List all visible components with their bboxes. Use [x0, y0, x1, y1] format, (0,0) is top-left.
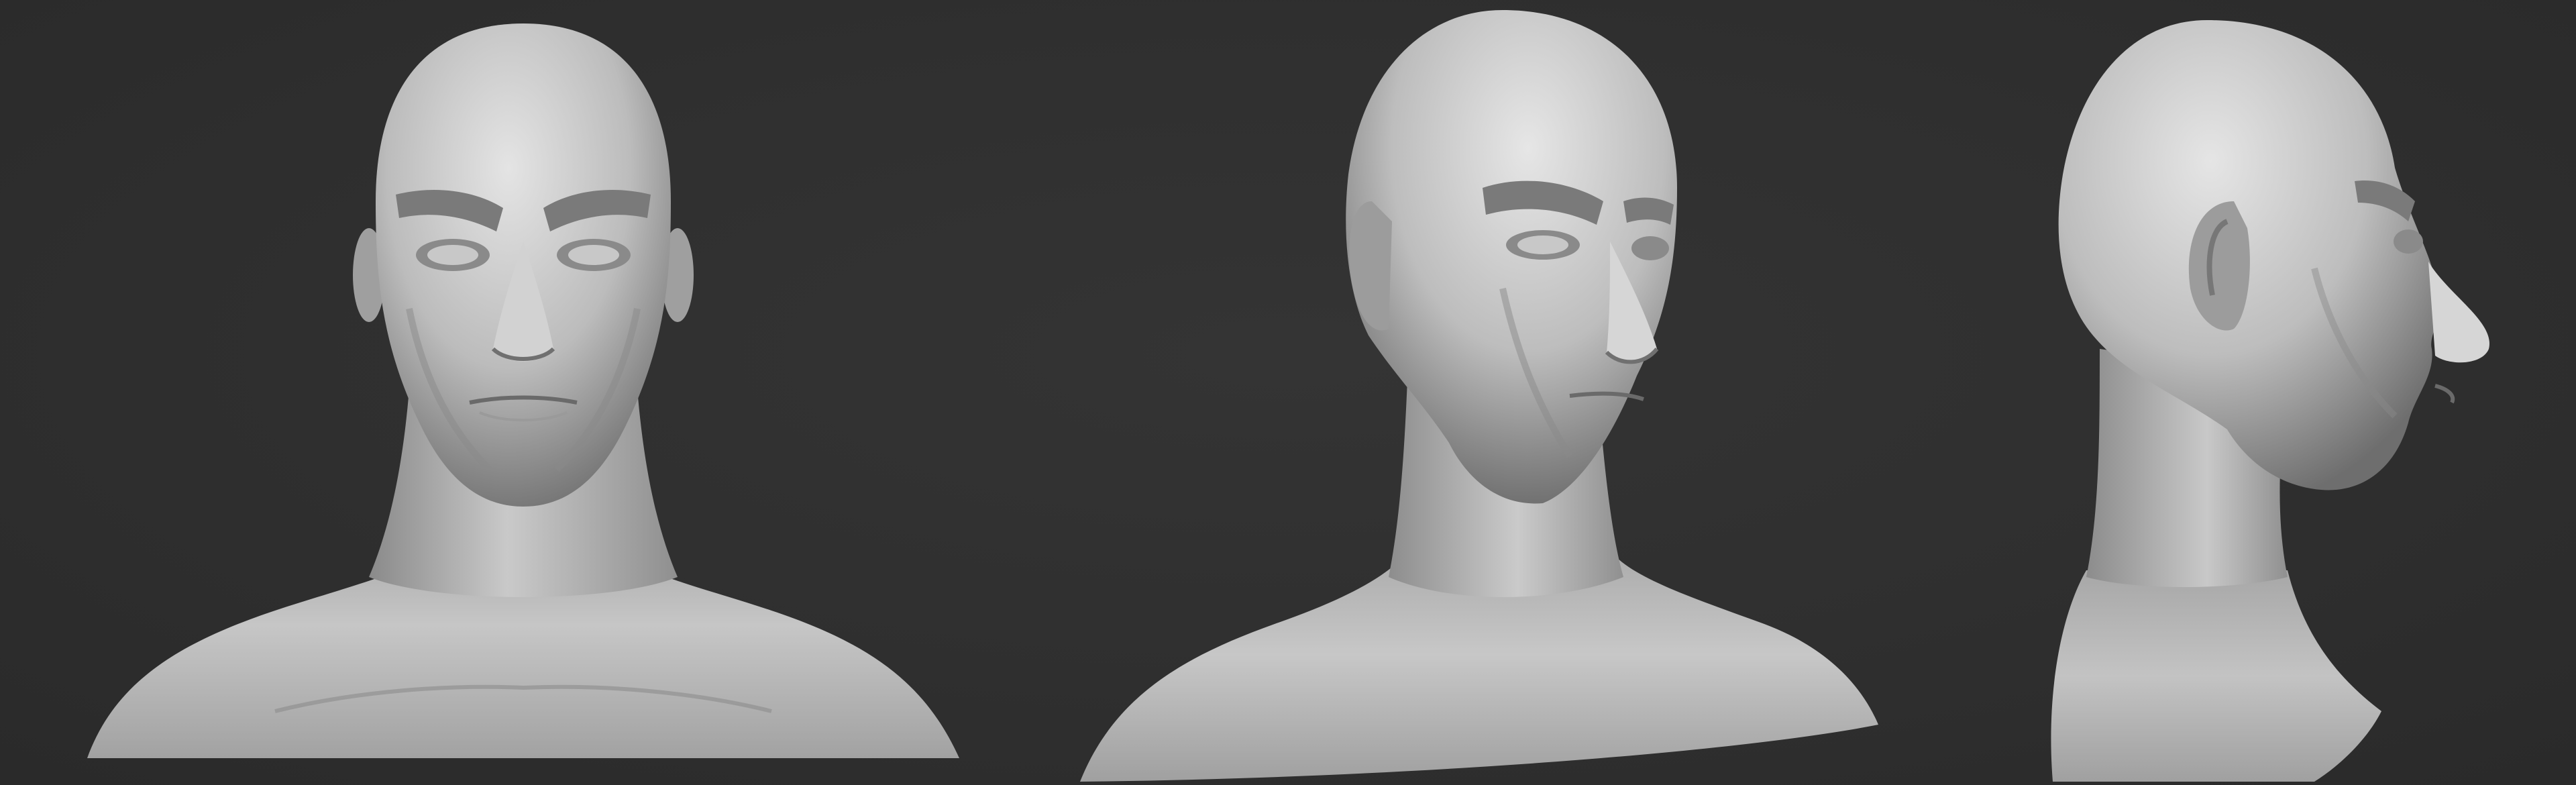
three-quarter-view-bust: [1073, 0, 1905, 785]
front-view-bust: [74, 0, 973, 785]
sculpt-viewport: [0, 0, 2576, 785]
profile-view-bust: [2033, 0, 2516, 785]
three-quarter-head: [1346, 10, 1677, 504]
profile-torso: [2051, 570, 2381, 782]
three-quarter-ear: [1349, 201, 1392, 331]
